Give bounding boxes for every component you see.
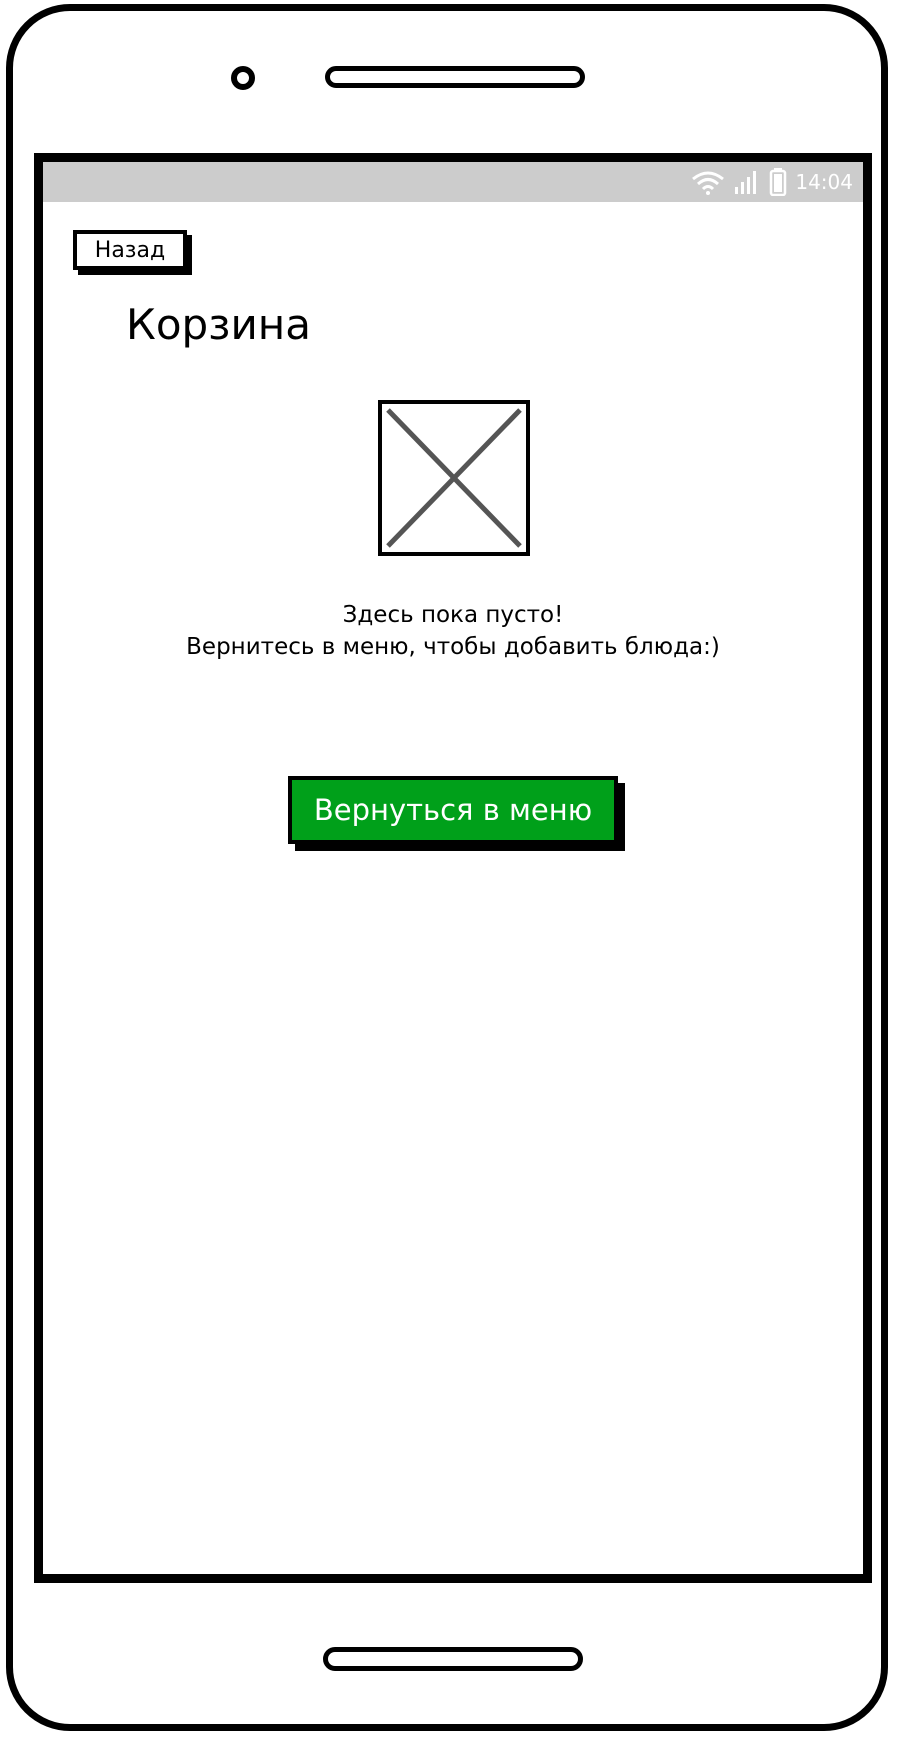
empty-message-line-1: Здесь пока пусто! xyxy=(342,602,564,628)
wifi-icon xyxy=(691,169,725,195)
return-to-menu-button[interactable]: Вернуться в меню xyxy=(288,776,618,844)
speaker-top xyxy=(325,66,585,88)
home-button[interactable] xyxy=(323,1647,583,1671)
battery-icon xyxy=(769,168,787,196)
empty-cart-message: Здесь пока пусто! Вернитесь в меню, чтоб… xyxy=(43,599,863,663)
status-bar: 14:04 xyxy=(43,162,863,202)
back-button[interactable]: Назад xyxy=(73,230,187,270)
empty-message-line-2: Вернитесь в меню, чтобы добавить блюда:) xyxy=(186,634,720,660)
screen: 14:04 Назад Корзина Здесь пока пусто! Ве… xyxy=(34,153,872,1583)
status-time: 14:04 xyxy=(795,170,853,194)
page-title: Корзина xyxy=(126,300,312,349)
camera-icon xyxy=(231,66,255,90)
image-placeholder-icon xyxy=(378,400,530,556)
signal-icon xyxy=(733,169,761,195)
